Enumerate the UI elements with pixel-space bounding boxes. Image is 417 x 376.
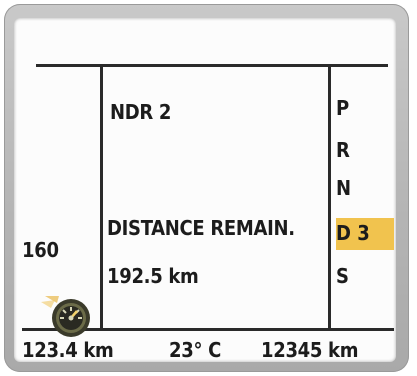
instrument-display: NDR 2 DISTANCE REMAIN. 192.5 km 160 P R … <box>14 18 396 362</box>
distance-value: 192.5 km <box>107 264 199 288</box>
right-divider <box>328 64 331 330</box>
gear-s: S <box>336 264 349 288</box>
odometer: 12345 km <box>261 338 359 362</box>
speedometer-icon <box>41 296 90 337</box>
outside-temperature: 23° C <box>169 338 221 362</box>
distance-label: DISTANCE REMAIN. <box>107 216 295 240</box>
gear-d3: D 3 <box>336 221 370 245</box>
left-divider <box>100 64 103 330</box>
top-divider <box>36 64 388 67</box>
speed-limit: 160 <box>22 238 59 262</box>
trip-distance: 123.4 km <box>22 338 114 362</box>
gear-r: R <box>336 138 350 162</box>
gear-n: N <box>336 176 352 200</box>
gear-p: P <box>336 96 350 120</box>
radio-station: NDR 2 <box>110 100 172 124</box>
